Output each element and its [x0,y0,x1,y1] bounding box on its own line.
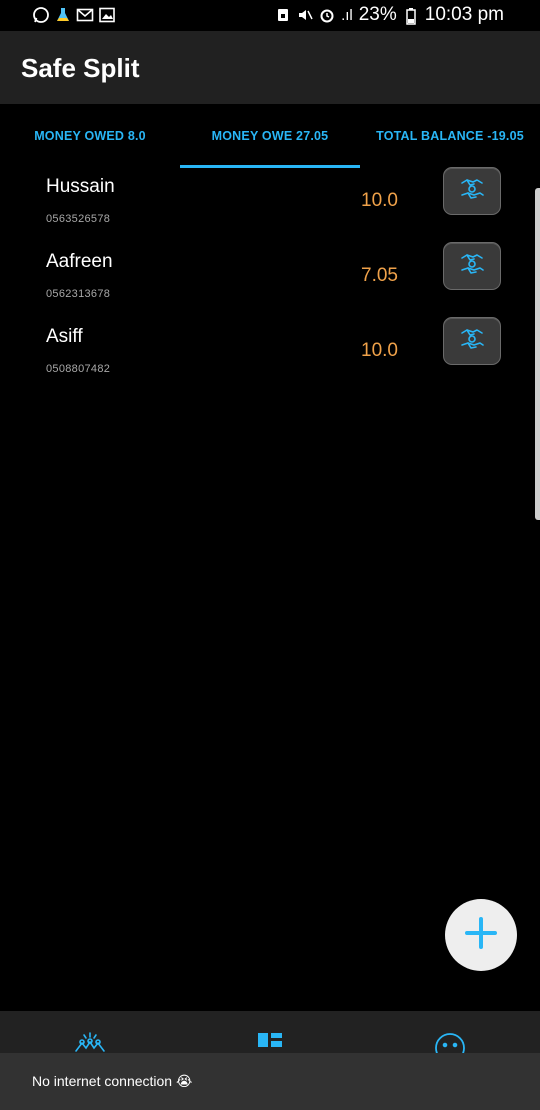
contact-name: Asiff [46,326,83,347]
tab-bar: MONEY OWED 8.0 MONEY OWE 27.05 TOTAL BAL… [0,104,540,168]
list-item[interactable]: Asiff 0508807482 10.0 [0,317,540,393]
amount: 10.0 [361,190,398,211]
tab-money-owe[interactable]: MONEY OWE 27.05 [180,104,360,168]
plus-icon [464,916,498,955]
amount: 7.05 [361,265,398,286]
image-icon [98,6,116,24]
list-item[interactable]: Hussain 0563526578 10.0 [0,167,540,243]
app-bar: Safe Split [0,31,540,104]
tab-money-owed[interactable]: MONEY OWED 8.0 [0,104,180,168]
flask-icon [54,6,72,24]
sim-icon [275,7,291,23]
screen: .ıl 23% 10:03 pm Safe Split MONEY OWED 8… [0,0,540,1110]
contact-phone: 0563526578 [46,213,111,225]
system-status: .ıl 23% 10:03 pm [275,4,504,26]
status-bar: .ıl 23% 10:03 pm [0,0,540,31]
debt-list: Hussain 0563526578 10.0 Aafreen 05623136… [0,167,540,393]
contact-name: Hussain [46,176,115,197]
whatsapp-icon [32,6,50,24]
settle-button[interactable] [443,242,501,290]
add-button[interactable] [445,899,517,971]
alarm-icon [319,7,335,23]
notification-icons [32,6,116,24]
list-item[interactable]: Aafreen 0562313678 7.05 [0,242,540,318]
signal-icon: .ıl [341,6,353,24]
amount: 10.0 [361,340,398,361]
clock: 10:03 pm [424,4,504,25]
handshake-money-icon [457,174,487,209]
contact-phone: 0562313678 [46,288,111,300]
tab-total-balance[interactable]: TOTAL BALANCE -19.05 [360,104,540,168]
snackbar: No internet connection 😭 [0,1053,540,1110]
battery-percent: 23% [358,4,397,25]
mute-icon [297,7,313,23]
battery-icon [403,7,419,25]
settle-button[interactable] [443,317,501,365]
settle-button[interactable] [443,167,501,215]
scrollbar[interactable] [535,188,540,520]
gmail-icon [76,6,94,24]
snackbar-message: No internet connection 😭 [32,1073,193,1089]
contact-name: Aafreen [46,251,113,272]
contact-phone: 0508807482 [46,363,111,375]
app-title: Safe Split [21,53,140,83]
handshake-money-icon [457,249,487,284]
handshake-money-icon [457,324,487,359]
